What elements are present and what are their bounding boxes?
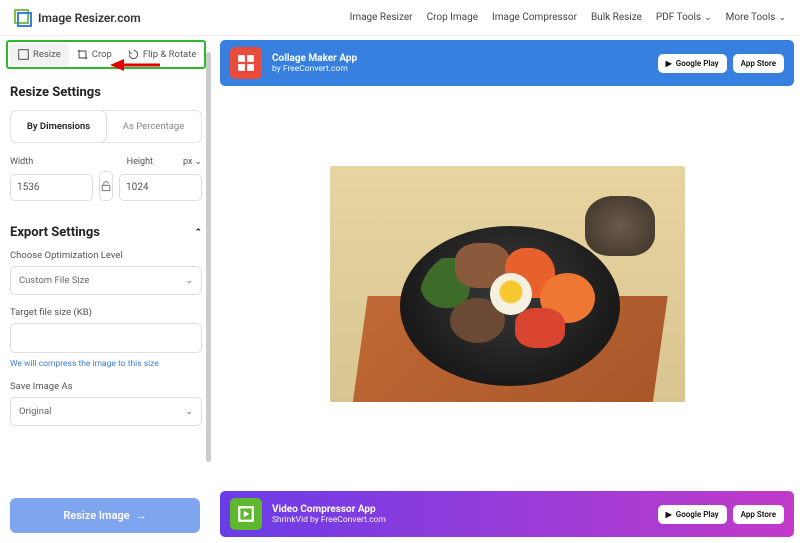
tab-resize[interactable]: Resize [10,44,69,65]
resize-settings-section: Resize Settings By Dimensions As Percent… [6,69,206,209]
optimization-value: Custom File Size [19,275,89,286]
tab-flip-label: Flip & Rotate [143,49,197,60]
lock-aspect-button[interactable] [99,171,113,201]
seg-as-percentage[interactable]: As Percentage [106,111,201,142]
banner-subtitle: by FreeConvert.com [272,64,648,74]
save-as-select[interactable]: Original ⌄ [10,397,202,426]
banner-title: Video Compressor App [272,504,648,515]
resize-mode-segment: By Dimensions As Percentage [10,110,202,143]
optimization-label: Choose Optimization Level [10,250,202,261]
google-play-button[interactable]: ▶ Google Play [658,54,727,73]
chevron-down-icon: ⌄ [185,276,193,286]
nav-bulk-resize[interactable]: Bulk Resize [591,12,642,23]
logo[interactable]: Image Resizer.com [14,9,141,27]
tab-crop[interactable]: Crop [69,44,120,65]
nav-pdf-tools[interactable]: PDF Tools ⌄ [656,12,712,23]
height-input[interactable] [119,174,202,201]
arrow-right-icon: → [136,509,147,522]
sidebar-scrollbar[interactable] [206,52,211,462]
nav-image-compressor[interactable]: Image Compressor [492,12,577,23]
preview-photo [330,166,685,402]
banner-title: Collage Maker App [272,53,648,64]
chevron-up-icon: ⌃ [194,228,202,238]
top-nav: Image Resizer Crop Image Image Compresso… [350,12,786,23]
resize-image-button[interactable]: Resize Image → [10,498,200,533]
optimization-select[interactable]: Custom File Size ⌄ [10,266,202,295]
tab-resize-label: Resize [33,49,61,60]
width-label: Width [10,157,33,167]
banner-collage-maker[interactable]: Collage Maker App by FreeConvert.com ▶ G… [220,40,794,86]
chevron-down-icon: ⌄ [185,407,193,417]
tool-tabs: Resize Crop Flip & Rotate [6,40,206,69]
logo-text: Image Resizer.com [38,11,141,25]
banner-video-compressor[interactable]: Video Compressor App ShrinkVid by FreeCo… [220,491,794,537]
nav-crop-image[interactable]: Crop Image [427,12,478,23]
seg-by-dimensions[interactable]: By Dimensions [11,111,106,142]
resize-settings-title: Resize Settings [10,85,202,100]
export-settings-title[interactable]: Export Settings ⌃ [10,225,202,240]
crop-icon [77,49,88,60]
app-store-button[interactable]: App Store [733,54,784,73]
nav-more-tools[interactable]: More Tools ⌄ [726,12,786,23]
chevron-down-icon: ⌄ [778,13,786,23]
tab-flip-rotate[interactable]: Flip & Rotate [120,44,205,65]
width-input[interactable] [10,174,93,201]
target-size-input[interactable] [10,323,202,353]
save-as-value: Original [19,406,51,417]
video-compress-icon [230,498,262,530]
export-settings-section: Export Settings ⌃ Choose Optimization Le… [6,209,206,434]
banner-subtitle: ShrinkVid by FreeConvert.com [272,515,648,525]
height-label: Height [127,157,153,167]
target-size-label: Target file size (KB) [10,307,202,318]
unlock-icon [100,180,112,192]
rotate-icon [128,49,139,60]
compress-note: We will compress the image to this size [10,359,202,369]
tab-crop-label: Crop [92,49,112,60]
app-store-button[interactable]: App Store [733,505,784,524]
save-as-label: Save Image As [10,381,202,392]
image-preview[interactable] [220,166,794,402]
resize-icon [18,49,29,60]
logo-icon [14,9,32,27]
collage-icon [230,47,262,79]
chevron-down-icon: ⌄ [704,13,712,23]
chevron-down-icon: ⌄ [194,157,202,167]
nav-image-resizer[interactable]: Image Resizer [350,12,413,23]
app-header: Image Resizer.com Image Resizer Crop Ima… [0,0,800,36]
main-canvas-area: Collage Maker App by FreeConvert.com ▶ G… [220,40,794,537]
unit-select[interactable]: px ⌄ [183,157,202,167]
resize-button-label: Resize Image [63,509,129,522]
sidebar: Resize Crop Flip & Rotate Resize Setting… [6,40,206,434]
google-play-button[interactable]: ▶ Google Play [658,505,727,524]
